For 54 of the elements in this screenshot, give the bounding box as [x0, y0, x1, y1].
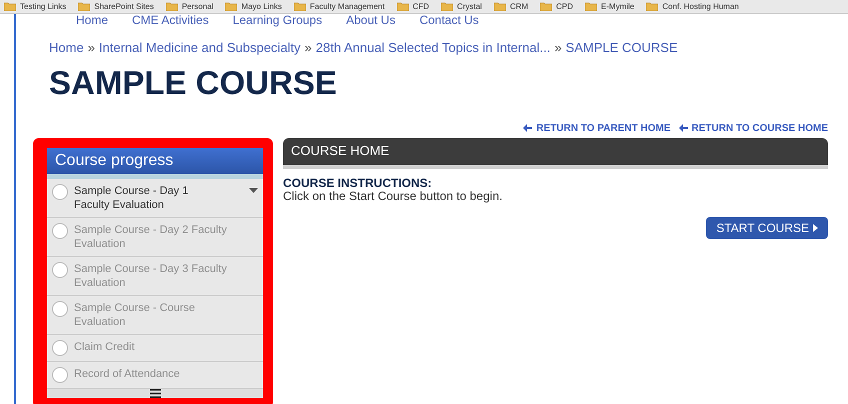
item-label: Sample Course - Day 1 Faculty Evaluation [74, 184, 190, 212]
bookmark-link[interactable]: Faculty Management [310, 2, 385, 10]
bookmark-link[interactable]: SharePoint Sites [94, 2, 154, 10]
item-label: Sample Course - Course Evaluation [74, 300, 196, 328]
bookmark-link[interactable]: Personal [182, 2, 214, 10]
item-label: Sample Course - Day 3 Faculty Evaluation [74, 262, 228, 290]
folder-icon [441, 2, 454, 11]
breadcrumb-link[interactable]: SAMPLE COURSE [566, 38, 678, 58]
folder-icon [4, 2, 16, 11]
left-arrow-icon [523, 124, 532, 132]
panel-title: Course progress [55, 150, 174, 170]
nav-link[interactable]: About Us [346, 14, 396, 26]
breadcrumb-separator: » [554, 39, 562, 57]
folder-icon [225, 2, 238, 11]
bookmark-link[interactable]: Crystal [457, 2, 482, 10]
bookmark-link[interactable]: CPD [556, 2, 574, 10]
nav-link[interactable]: Contact Us [419, 14, 479, 26]
bookmark-link[interactable]: E-Mymile [601, 2, 634, 10]
instructions-title: COURSE INSTRUCTIONS: [283, 176, 433, 190]
return-link[interactable]: RETURN TO COURSE HOME [678, 120, 828, 136]
breadcrumb-separator: » [304, 39, 312, 57]
nav-link[interactable]: CME Activities [132, 14, 209, 26]
folder-icon [78, 2, 90, 11]
caret-right-icon [813, 224, 818, 232]
folder-icon [494, 2, 506, 11]
breadcrumb-link[interactable]: Internal Medicine and Subspecialty [98, 38, 301, 58]
folder-icon [585, 2, 598, 11]
left-arrow-icon [678, 124, 688, 132]
return-link[interactable]: RETURN TO PARENT HOME [523, 120, 670, 136]
breadcrumb-link[interactable]: Home [49, 38, 84, 58]
breadcrumb-link[interactable]: 28th Annual Selected Topics in Internal... [316, 38, 550, 58]
folder-icon [294, 2, 306, 11]
folder-icon [540, 2, 552, 11]
caret-icon[interactable] [249, 188, 258, 192]
bookmark-link[interactable]: Testing Links [20, 2, 66, 10]
start-course-button[interactable]: START COURSE [706, 216, 828, 238]
instructions-text: Click on the Start Course button to begin. [283, 190, 504, 202]
bookmark-link[interactable]: CFD [412, 2, 430, 10]
nav-link[interactable]: Home [76, 14, 108, 26]
item-label: Record of Attendance [74, 366, 181, 380]
breadcrumb-separator: » [88, 39, 95, 57]
nav-link[interactable]: Learning Groups [232, 14, 322, 26]
page-title: SAMPLE COURSE [48, 66, 338, 98]
progress-item[interactable]: Sample Course - Day 1 Faculty Evaluation [47, 178, 263, 218]
bookmark-link[interactable]: Conf. Hosting Human [662, 2, 739, 10]
menu-icon[interactable] [150, 388, 160, 398]
folder-icon [646, 2, 658, 11]
folder-icon [396, 2, 409, 11]
folder-icon [166, 2, 178, 11]
header-title: COURSE HOME [291, 142, 390, 160]
bookmark-link[interactable]: CRM [510, 2, 528, 10]
item-label: Sample Course - Day 2 Faculty Evaluation [74, 222, 228, 250]
bookmark-link[interactable]: Mayo Links [241, 2, 282, 10]
item-label: Claim Credit [74, 340, 136, 354]
